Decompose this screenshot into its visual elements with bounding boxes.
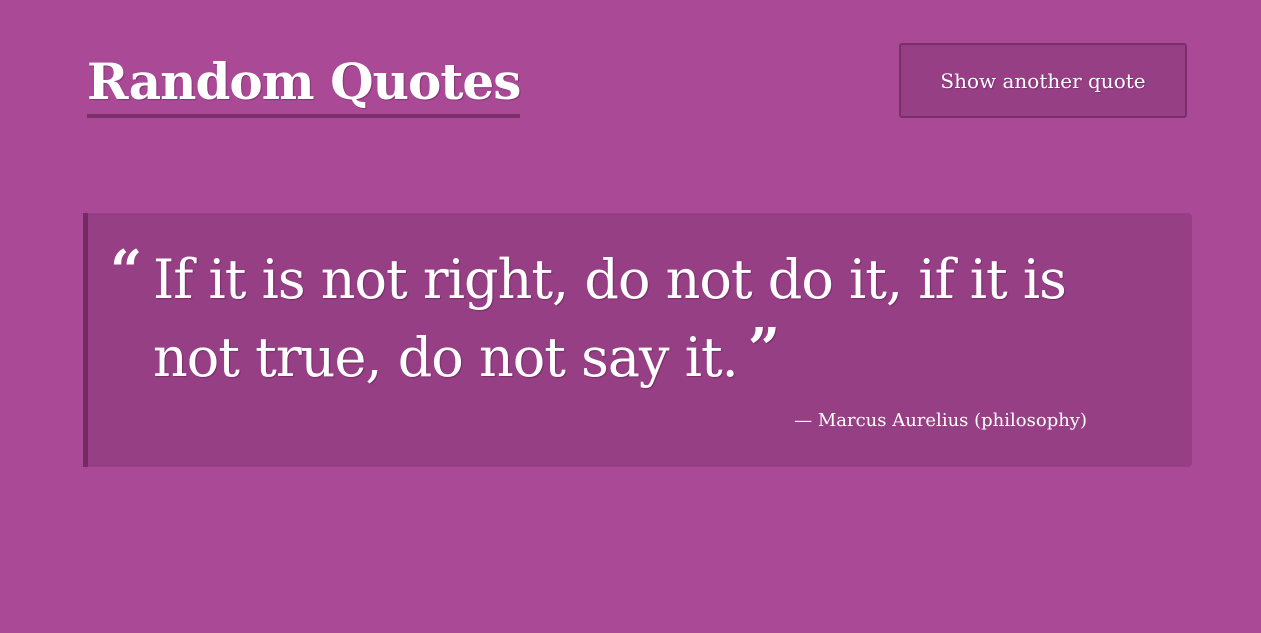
quote-author: Marcus Aurelius (philosophy) [817, 410, 1087, 431]
quote-card: “ If it is not right, do not do it, if i… [83, 213, 1192, 467]
show-another-quote-button[interactable]: Show another quote [899, 43, 1187, 118]
quote-text: If it is not right, do not do it, if it … [153, 248, 1067, 389]
attribution-dash: — [794, 410, 813, 431]
quote-text-block: If it is not right, do not do it, if it … [153, 241, 1163, 397]
open-quote-icon: “ [110, 238, 143, 304]
close-quote-icon: ” [747, 316, 780, 382]
page: Random Quotes Show another quote “ If it… [0, 0, 1261, 633]
site-title: Random Quotes [87, 50, 521, 118]
quote-attribution: — Marcus Aurelius (philosophy) [794, 409, 1087, 433]
